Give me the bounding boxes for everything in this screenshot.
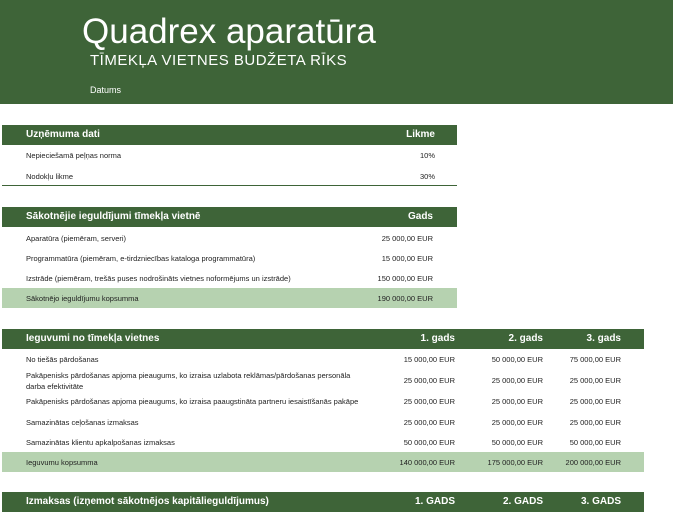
- year2-column: 2. gads: [508, 333, 543, 344]
- year1-value[interactable]: 25 000,00 EUR: [404, 376, 455, 385]
- company-data-table: Uzņēmuma dati Likme Nepieciešamā peļņas …: [2, 125, 457, 187]
- table-row[interactable]: Programmatūra (piemēram, e-tirdzniecības…: [2, 247, 457, 267]
- row-label: Nepieciešamā peļņas norma: [26, 151, 122, 160]
- benefits-heading: Ieguvumi no tīmekļa vietnes: [26, 333, 160, 344]
- year3-value[interactable]: 50 000,00 EUR: [570, 438, 621, 447]
- table-row[interactable]: Nodokļu likme 30%: [2, 165, 457, 185]
- year1-value[interactable]: 15 000,00 EUR: [404, 355, 455, 364]
- total-row[interactable]: Ieguvumu kopsumma 140 000,00 EUR 175 000…: [2, 452, 644, 472]
- initial-investment-heading: Sākotnējie ieguldījumi tīmekļa vietnē: [26, 211, 201, 222]
- year1-total[interactable]: 140 000,00 EUR: [400, 458, 455, 467]
- initial-investment-table: Sākotnējie ieguldījumi tīmekļa vietnē Ga…: [2, 207, 457, 309]
- benefits-table: Ieguvumi no tīmekļa vietnes 1. gads 2. g…: [2, 329, 644, 473]
- row-value[interactable]: 150 000,00 EUR: [378, 274, 433, 283]
- year2-column: 2. GADS: [502, 496, 543, 507]
- year1-value[interactable]: 25 000,00 EUR: [404, 397, 455, 406]
- year2-total[interactable]: 175 000,00 EUR: [488, 458, 543, 467]
- header-banner: Quadrex aparatūra TĪMEKĻA VIETNES BUDŽET…: [0, 0, 673, 104]
- table-row[interactable]: No tiešās pārdošanas 15 000,00 EUR 50 00…: [2, 349, 644, 369]
- total-row[interactable]: Sākotnējo ieguldījumu kopsumma 190 000,0…: [2, 288, 457, 308]
- initial-investment-header: Sākotnējie ieguldījumi tīmekļa vietnē Ga…: [2, 207, 457, 227]
- row-value[interactable]: 30%: [420, 172, 435, 181]
- date-label[interactable]: Datums: [90, 85, 121, 95]
- benefits-header: Ieguvumi no tīmekļa vietnes 1. gads 2. g…: [2, 329, 644, 349]
- company-data-header: Uzņēmuma dati Likme: [2, 125, 457, 145]
- year3-column: 3. GADS: [580, 496, 621, 507]
- page-title: Quadrex aparatūra: [82, 12, 376, 51]
- page-subtitle: TĪMEKĻA VIETNES BUDŽETA RĪKS: [90, 52, 348, 69]
- initial-year-column: Gads: [407, 211, 433, 222]
- table-row[interactable]: Pakāpenisks pārdošanas apjoma pieaugums,…: [2, 393, 644, 413]
- year3-value[interactable]: 75 000,00 EUR: [570, 355, 621, 364]
- costs-table: Izmaksas (izņemot sākotnējos kapitāliegu…: [2, 492, 644, 512]
- row-label: No tiešās pārdošanas: [26, 355, 99, 364]
- costs-header: Izmaksas (izņemot sākotnējos kapitāliegu…: [2, 492, 644, 512]
- table-row[interactable]: Aparatūra (piemēram, serveri) 25 000,00 …: [2, 227, 457, 247]
- year3-value[interactable]: 25 000,00 EUR: [570, 418, 621, 427]
- row-label: Izstrāde (piemēram, trešās puses nodroši…: [26, 274, 291, 283]
- year1-value[interactable]: 50 000,00 EUR: [404, 438, 455, 447]
- row-value[interactable]: 10%: [420, 151, 435, 160]
- year1-column: 1. GADS: [414, 496, 455, 507]
- row-label: Samazinātas ceļošanas izmaksas: [26, 418, 139, 427]
- total-label: Sākotnējo ieguldījumu kopsumma: [26, 294, 139, 303]
- year3-value[interactable]: 25 000,00 EUR: [570, 397, 621, 406]
- year3-column: 3. gads: [586, 333, 621, 344]
- row-label: Nodokļu likme: [26, 172, 74, 181]
- year3-total[interactable]: 200 000,00 EUR: [566, 458, 621, 467]
- year2-value[interactable]: 50 000,00 EUR: [492, 438, 543, 447]
- table-row[interactable]: Samazinātas ceļošanas izmaksas 25 000,00…: [2, 413, 644, 433]
- table-row[interactable]: Pakāpenisks pārdošanas apjoma pieaugums,…: [2, 369, 644, 393]
- row-label: Samazinātas klientu apkalpošanas izmaksa…: [26, 438, 175, 447]
- row-label: Pakāpenisks pārdošanas apjoma pieaugums,…: [26, 371, 351, 391]
- table-bottom-rule: [2, 185, 457, 186]
- total-label: Ieguvumu kopsumma: [26, 458, 98, 467]
- year2-value[interactable]: 25 000,00 EUR: [492, 376, 543, 385]
- table-row[interactable]: Samazinātas klientu apkalpošanas izmaksa…: [2, 433, 644, 453]
- year2-value[interactable]: 50 000,00 EUR: [492, 355, 543, 364]
- total-value[interactable]: 190 000,00 EUR: [378, 294, 433, 303]
- company-rate-column: Likme: [406, 129, 435, 140]
- year2-value[interactable]: 25 000,00 EUR: [492, 397, 543, 406]
- row-label: Pakāpenisks pārdošanas apjoma pieaugums,…: [26, 397, 359, 406]
- row-value[interactable]: 25 000,00 EUR: [382, 234, 433, 243]
- costs-heading: Izmaksas (izņemot sākotnējos kapitāliegu…: [26, 496, 269, 507]
- year1-value[interactable]: 25 000,00 EUR: [404, 418, 455, 427]
- row-label: Programmatūra (piemēram, e-tirdzniecības…: [26, 254, 256, 263]
- company-data-heading: Uzņēmuma dati: [26, 129, 100, 140]
- row-label: Aparatūra (piemēram, serveri): [26, 234, 127, 243]
- table-row[interactable]: Nepieciešamā peļņas norma 10%: [2, 145, 457, 165]
- year3-value[interactable]: 25 000,00 EUR: [570, 376, 621, 385]
- year2-value[interactable]: 25 000,00 EUR: [492, 418, 543, 427]
- table-row[interactable]: Izstrāde (piemēram, trešās puses nodroši…: [2, 267, 457, 287]
- year1-column: 1. gads: [420, 333, 455, 344]
- row-value[interactable]: 15 000,00 EUR: [382, 254, 433, 263]
